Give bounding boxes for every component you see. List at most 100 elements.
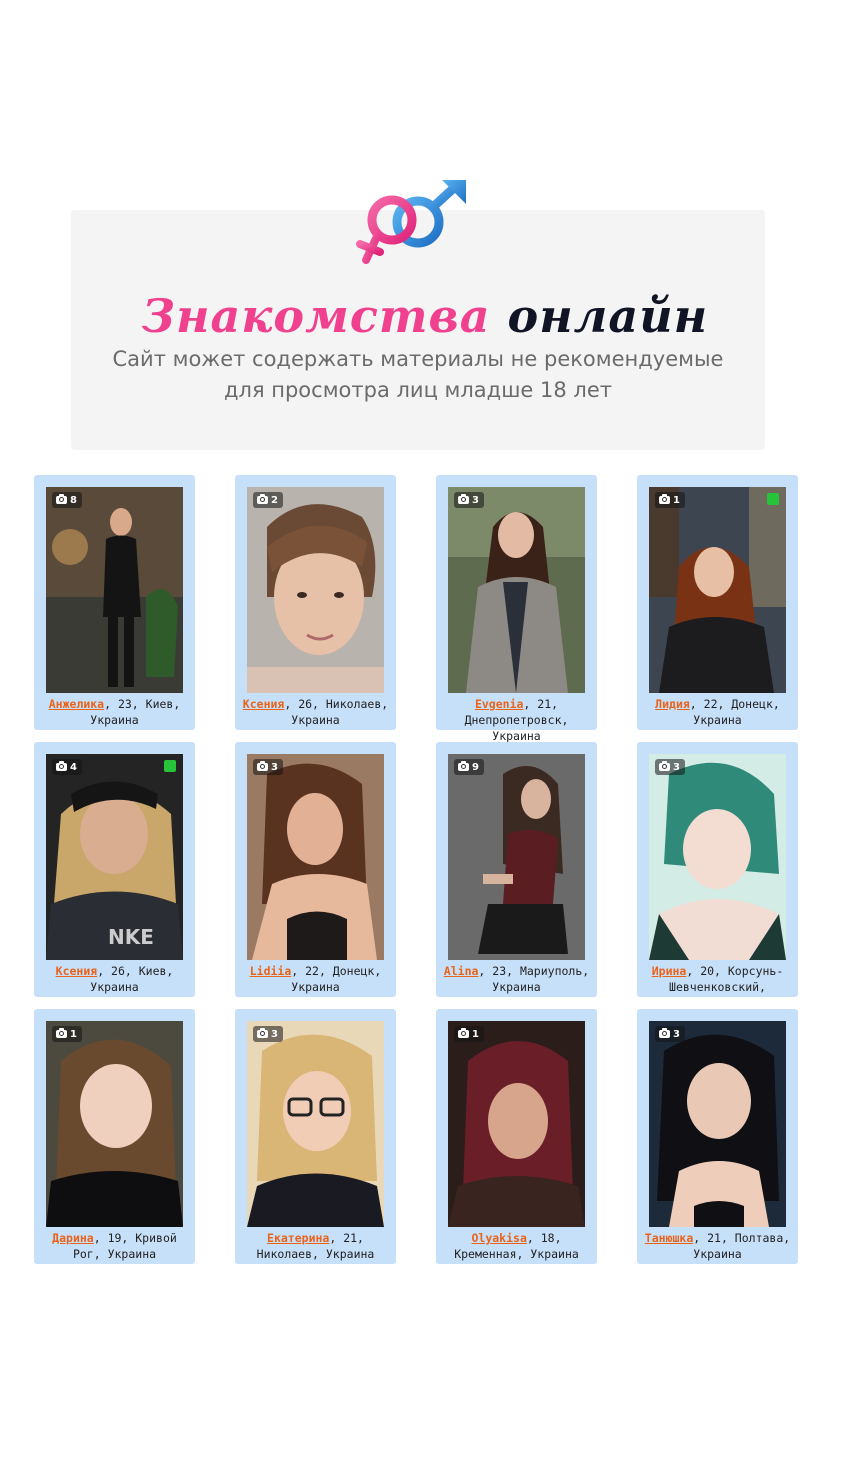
profile-photo[interactable]: 3 [448, 487, 585, 693]
photo-count: 3 [271, 1028, 278, 1040]
profile-name-link[interactable]: Танюшка [645, 1231, 693, 1245]
profile-name-link[interactable]: Evgenia [475, 697, 523, 711]
profile-photo[interactable]: 3 [649, 1021, 786, 1227]
profile-details: , 20, Корсунь-Шевченковский, [669, 964, 784, 994]
photo-count: 3 [472, 494, 479, 506]
photo-count-badge: 3 [454, 492, 484, 508]
profile-caption: Alina, 23, Мариуполь, Украина [442, 963, 591, 995]
profile-photo[interactable]: 1 [448, 1021, 585, 1227]
profile-photo[interactable]: 3 [247, 754, 384, 960]
online-status-indicator [767, 493, 779, 505]
profile-caption: Ксения, 26, Киев, Украина [40, 963, 189, 995]
camera-icon [56, 761, 67, 771]
age-warning: Сайт может содержать материалы не рекоме… [71, 344, 765, 406]
profile-name-link[interactable]: Olyakisa [471, 1231, 526, 1245]
profile-caption: Ксения, 26, Николаев, Украина [241, 696, 390, 728]
profile-card[interactable]: 3 Екатерина, 21, Николаев, Украина [235, 1009, 396, 1264]
profile-photo[interactable]: NKE 4 [46, 754, 183, 960]
photo-count: 3 [673, 761, 680, 773]
profile-name-link[interactable]: Дарина [52, 1231, 94, 1245]
online-status-indicator [164, 760, 176, 772]
camera-icon [458, 761, 469, 771]
page-title: Знакомства онлайн [0, 288, 850, 344]
profile-name-link[interactable]: Лидия [655, 697, 690, 711]
photo-count: 1 [70, 1028, 77, 1040]
profile-photo[interactable]: 8 [46, 487, 183, 693]
camera-icon [659, 1028, 670, 1038]
profile-caption: Дарина, 19, Кривой Рог, Украина [40, 1230, 189, 1262]
photo-count-badge: 2 [253, 492, 283, 508]
profile-caption: Evgenia, 21, Днепропетровск, Украина [442, 696, 591, 744]
profile-name-link[interactable]: Екатерина [267, 1231, 329, 1245]
camera-icon [257, 761, 268, 771]
photo-count-badge: 3 [253, 759, 283, 775]
profile-caption: Ирина, 20, Корсунь-Шевченковский, [643, 963, 792, 995]
profile-card[interactable]: 3 Танюшка, 21, Полтава, Украина [637, 1009, 798, 1264]
profile-photo[interactable]: 1 [649, 487, 786, 693]
profile-card[interactable]: 1 Лидия, 22, Донецк, Украина [637, 475, 798, 730]
photo-count-badge: 3 [655, 1026, 685, 1042]
age-warning-line-1: Сайт может содержать материалы не рекоме… [112, 347, 724, 371]
profile-details: , 21, Полтава, Украина [693, 1231, 791, 1261]
title-part-pink: Знакомства [141, 289, 491, 343]
profile-caption: Olyakisa, 18, Кременная, Украина [442, 1230, 591, 1262]
photo-count-badge: 1 [52, 1026, 82, 1042]
title-part-dark: онлайн [507, 289, 709, 343]
profile-caption: Lidiia, 22, Донецк, Украина [241, 963, 390, 995]
profile-card[interactable]: NKE 4 Ксения, 26, Киев, Украина [34, 742, 195, 997]
profile-details: , 26, Киев, Украина [90, 964, 174, 994]
photo-count-badge: 8 [52, 492, 82, 508]
profile-card[interactable]: 1 Дарина, 19, Кривой Рог, Украина [34, 1009, 195, 1264]
photo-count: 2 [271, 494, 278, 506]
profile-card[interactable]: 3 Lidiia, 22, Донецк, Украина [235, 742, 396, 997]
camera-icon [56, 1028, 67, 1038]
photo-count: 1 [472, 1028, 479, 1040]
profile-photo[interactable]: 3 [649, 754, 786, 960]
profile-details: , 26, Николаев, Украина [284, 697, 389, 727]
profile-name-link[interactable]: Lidiia [250, 964, 292, 978]
profile-caption: Екатерина, 21, Николаев, Украина [241, 1230, 390, 1262]
profiles-grid: 8 Анжелика, 23, Киев, Украина 2 Ксения, … [34, 475, 798, 1264]
photo-count-badge: 4 [52, 759, 82, 775]
photo-count: 8 [70, 494, 77, 506]
profile-card[interactable]: 1 Olyakisa, 18, Кременная, Украина [436, 1009, 597, 1264]
camera-icon [257, 494, 268, 504]
photo-count: 3 [271, 761, 278, 773]
profile-card[interactable]: 2 Ксения, 26, Николаев, Украина [235, 475, 396, 730]
photo-count: 3 [673, 1028, 680, 1040]
profile-name-link[interactable]: Ирина [652, 964, 687, 978]
photo-count: 4 [70, 761, 77, 773]
camera-icon [257, 1028, 268, 1038]
camera-icon [56, 494, 67, 504]
profile-card[interactable]: 9 Alina, 23, Мариуполь, Украина [436, 742, 597, 997]
camera-icon [659, 494, 670, 504]
profile-name-link[interactable]: Анжелика [49, 697, 104, 711]
photo-count-badge: 1 [655, 492, 685, 508]
photo-count: 1 [673, 494, 680, 506]
profile-details: , 23, Киев, Украина [90, 697, 181, 727]
profile-details: , 22, Донецк, Украина [689, 697, 780, 727]
profile-photo[interactable]: 2 [247, 487, 384, 693]
profile-caption: Лидия, 22, Донецк, Украина [643, 696, 792, 728]
profile-photo[interactable]: 3 [247, 1021, 384, 1227]
profile-name-link[interactable]: Alina [444, 964, 479, 978]
profile-details: , 22, Донецк, Украина [291, 964, 382, 994]
photo-count: 9 [472, 761, 479, 773]
profile-photo[interactable]: 9 [448, 754, 585, 960]
photo-count-badge: 3 [655, 759, 685, 775]
gender-symbols-logo-icon [356, 180, 466, 264]
profile-name-link[interactable]: Ксения [56, 964, 98, 978]
profile-name-link[interactable]: Ксения [243, 697, 285, 711]
profile-photo[interactable]: 1 [46, 1021, 183, 1227]
camera-icon [659, 761, 670, 771]
profile-caption: Анжелика, 23, Киев, Украина [40, 696, 189, 728]
profile-details: , 23, Мариуполь, Украина [478, 964, 590, 994]
profile-card[interactable]: 3 Evgenia, 21, Днепропетровск, Украина [436, 475, 597, 743]
profile-card[interactable]: 3 Ирина, 20, Корсунь-Шевченковский, [637, 742, 798, 997]
photo-count-badge: 3 [253, 1026, 283, 1042]
camera-icon [458, 1028, 469, 1038]
profile-card[interactable]: 8 Анжелика, 23, Киев, Украина [34, 475, 195, 730]
photo-count-badge: 9 [454, 759, 484, 775]
photo-count-badge: 1 [454, 1026, 484, 1042]
profile-caption: Танюшка, 21, Полтава, Украина [643, 1230, 792, 1262]
